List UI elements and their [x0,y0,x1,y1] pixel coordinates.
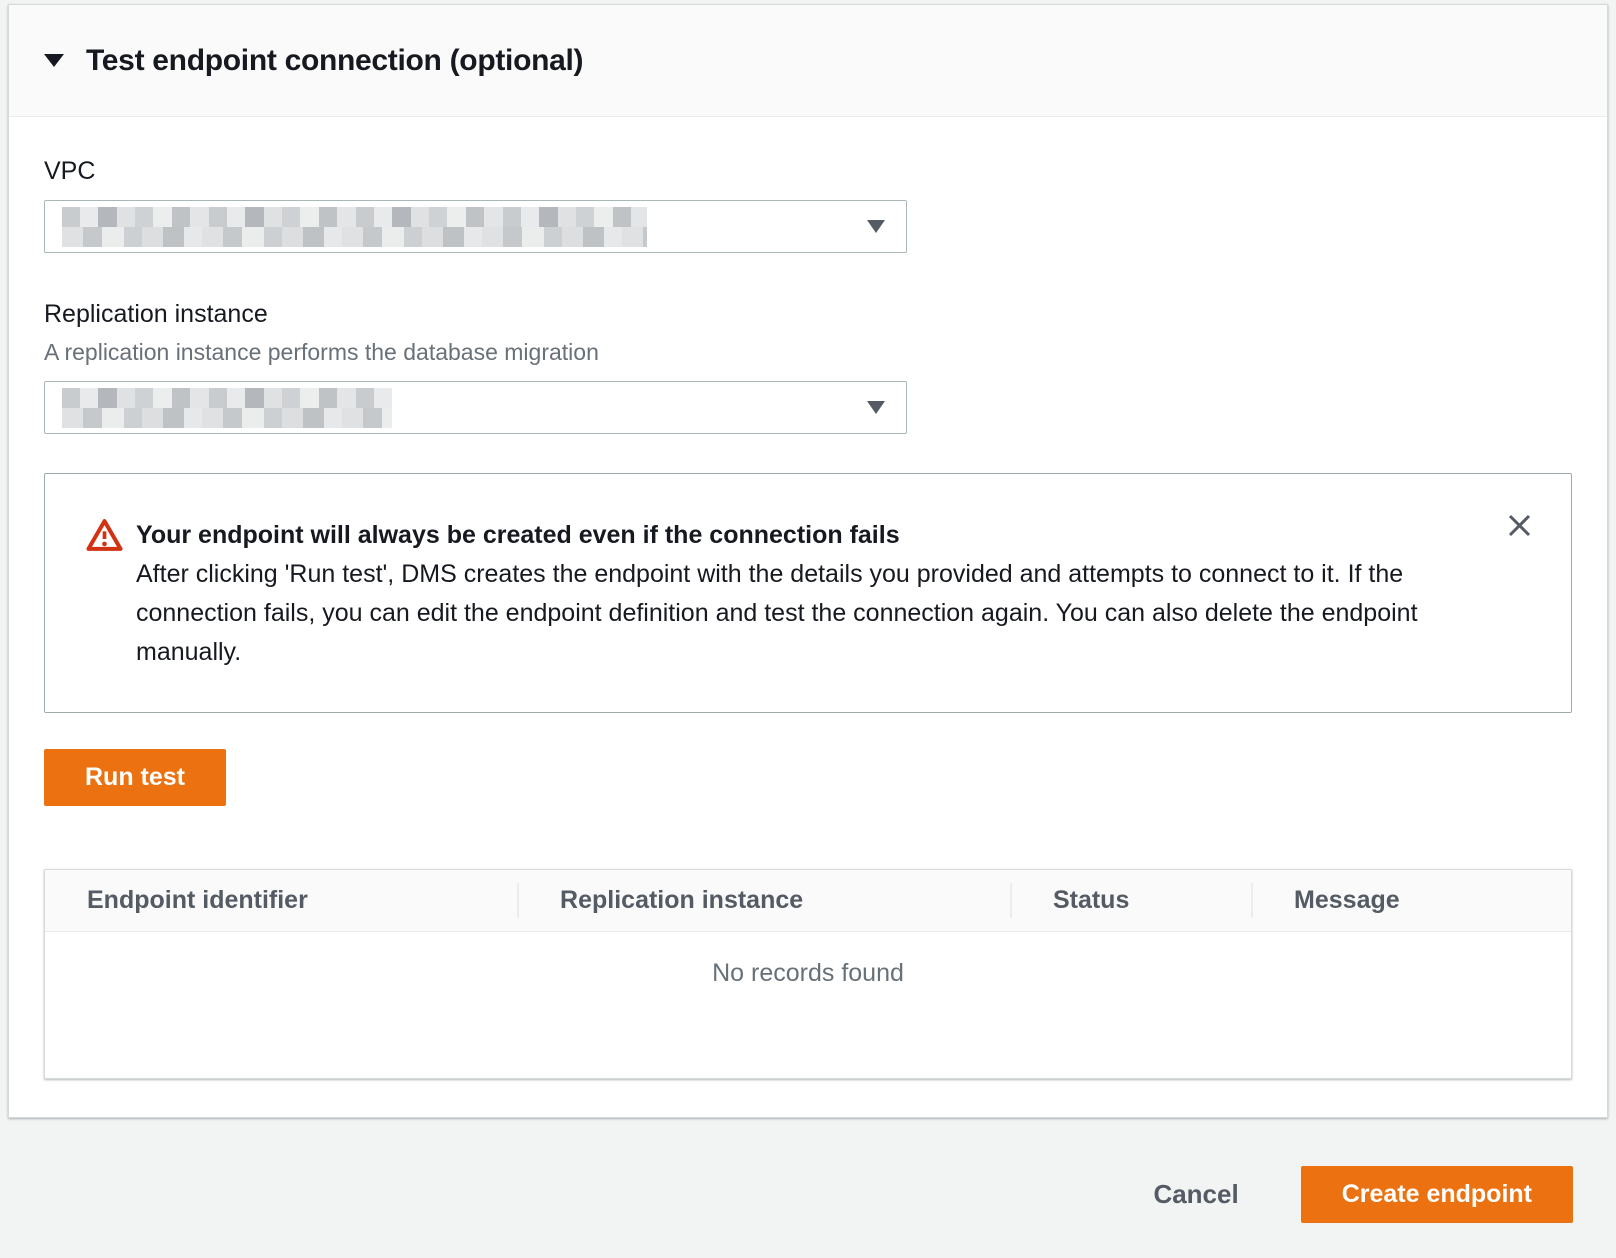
warning-icon [86,518,123,557]
vpc-label: VPC [44,157,1572,186]
chevron-down-icon [867,401,885,414]
table-body: No records found [45,932,1571,1078]
collapse-triangle-icon [44,54,64,67]
page: Test endpoint connection (optional) VPC … [0,4,1616,1223]
warning-content: Your endpoint will always be created eve… [136,516,1436,672]
test-endpoint-section: Test endpoint connection (optional) VPC … [8,4,1608,1118]
run-test-button[interactable]: Run test [44,749,226,806]
section-header[interactable]: Test endpoint connection (optional) [9,5,1607,117]
vpc-redacted-value [62,207,647,247]
column-header-message: Message [1252,870,1571,931]
empty-state-message: No records found [712,959,904,1078]
column-header-replication-instance: Replication instance [518,870,1011,931]
column-header-endpoint-identifier: Endpoint identifier [45,870,518,931]
section-body: VPC Replication instance A replication i… [9,117,1607,1117]
warning-alert: Your endpoint will always be created eve… [44,473,1572,713]
connection-results-table: Endpoint identifier Replication instance… [44,869,1572,1079]
warning-title: Your endpoint will always be created eve… [136,516,1436,554]
close-icon[interactable] [1502,508,1537,543]
vpc-select[interactable] [44,200,907,253]
create-endpoint-button[interactable]: Create endpoint [1301,1166,1573,1223]
column-header-status: Status [1011,870,1252,931]
form-footer: Cancel Create endpoint [0,1118,1616,1223]
replication-instance-select[interactable] [44,381,907,434]
cancel-button[interactable]: Cancel [1153,1179,1238,1210]
chevron-down-icon [867,220,885,233]
replication-instance-label: Replication instance [44,300,1572,329]
replication-instance-redacted-value [62,388,392,428]
table-header-row: Endpoint identifier Replication instance… [45,870,1571,932]
warning-body: After clicking 'Run test', DMS creates t… [136,555,1436,672]
replication-instance-description: A replication instance performs the data… [44,339,1572,366]
vpc-field: VPC [44,157,1572,253]
replication-instance-field: Replication instance A replication insta… [44,300,1572,434]
section-title: Test endpoint connection (optional) [86,44,583,78]
